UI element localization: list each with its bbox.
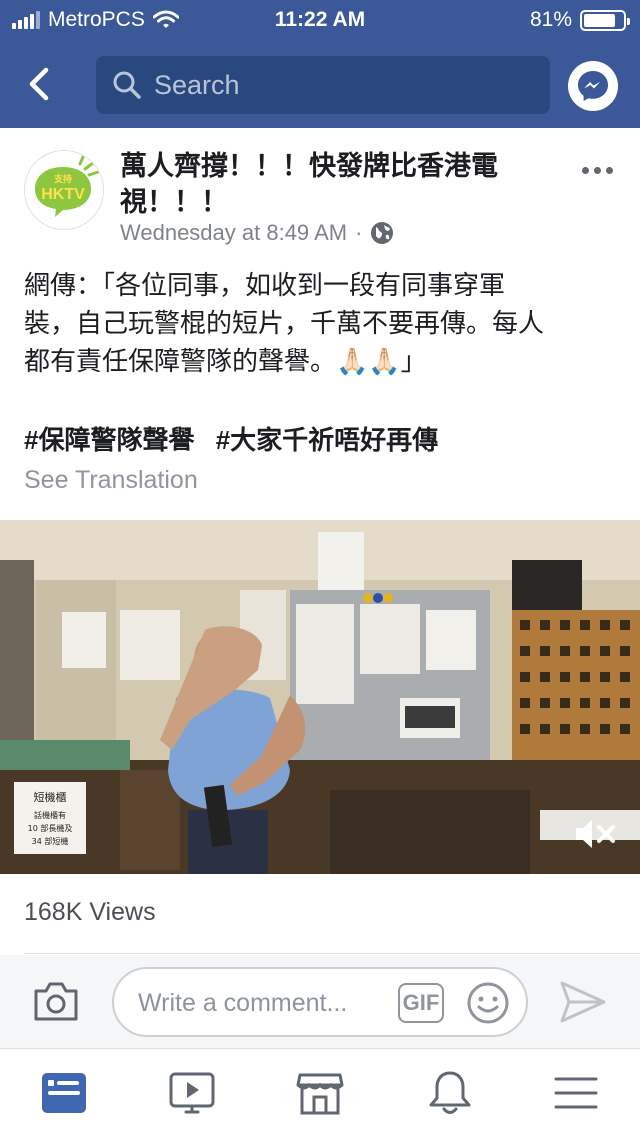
post-text-line: 裝，自己玩警棍的短片，千萬不要再傳。每人 [24,308,545,338]
post-text-line: 都有責任保障警隊的聲譽。🙏🏻🙏🏻」 [24,346,427,376]
tab-news-feed[interactable] [38,1067,90,1119]
emoji-icon[interactable] [466,981,510,1025]
tab-notifications[interactable] [424,1067,476,1119]
hashtag-link[interactable]: #保障警隊聲譽 [24,425,194,455]
comment-input[interactable]: Write a comment... GIF [112,967,528,1037]
marketplace-icon [296,1073,344,1115]
video-frame: 短機櫃 話機櫃有 10 部長機及 34 部短機 [0,520,640,874]
tab-marketplace[interactable] [294,1067,346,1119]
notifications-bell-icon [429,1071,471,1114]
avatar-text-top: 支持 [53,173,72,185]
hashtags: #保障警隊聲譽 #大家千祈唔好再傳 [24,420,452,457]
post-text-line: 網傳：「各位同事，如收到一段有同事穿軍 [24,270,506,300]
more-options-icon[interactable] [582,158,618,182]
hktv-logo: 支持 HKTV [25,151,103,229]
video-sign-line: 34 部短機 [32,836,69,846]
speaker-muted-icon[interactable] [574,816,618,852]
post-timestamp[interactable]: Wednesday at 8:49 AM [120,220,347,246]
battery-percent: 81% [529,8,572,31]
tab-watch[interactable] [166,1067,218,1119]
view-count: 168K Views [24,898,156,926]
menu-icon [554,1077,598,1109]
page-name[interactable]: 萬人齊撐！！！快發牌比香港電視！！！ [120,148,540,220]
divider [24,953,640,954]
search-icon [113,71,141,99]
watch-video-icon [169,1072,215,1114]
avatar-text-bottom: HKTV [41,186,85,203]
back-arrow-icon[interactable] [24,64,58,104]
meta-separator: · [355,220,363,245]
comment-bar: Write a comment... GIF [0,955,640,1048]
gif-button[interactable]: GIF [398,983,444,1023]
send-icon[interactable] [558,979,608,1025]
globe-icon [371,222,394,244]
tab-menu[interactable] [550,1067,602,1119]
search-input[interactable]: Search [96,56,550,114]
comment-placeholder: Write a comment... [138,989,348,1017]
news-feed-icon [42,1073,86,1113]
bottom-tab-bar [0,1048,640,1136]
see-translation-link[interactable]: See Translation [24,466,198,495]
battery-icon [580,9,630,31]
page-avatar[interactable]: 支持 HKTV [24,150,104,230]
post-meta: Wednesday at 8:49 AM · [120,220,394,246]
video-player[interactable]: 短機櫃 話機櫃有 10 部長機及 34 部短機 [0,520,640,874]
status-bar: MetroPCS 11:22 AM 81% [0,0,640,40]
hashtag-link[interactable]: #大家千祈唔好再傳 [216,425,438,455]
post-text: 網傳：「各位同事，如收到一段有同事穿軍 裝，自己玩警棍的短片，千萬不要再傳。每人… [24,266,614,380]
video-sign-line: 10 部長機及 [28,823,73,833]
messenger-button[interactable] [568,61,618,111]
video-sign-line: 短機櫃 [34,790,67,804]
search-placeholder: Search [154,69,240,100]
top-nav-bar: MetroPCS 11:22 AM 81% Search [0,0,640,128]
camera-icon[interactable] [32,979,80,1023]
messenger-icon [578,71,608,101]
video-sign-line: 話機櫃有 [34,810,66,820]
